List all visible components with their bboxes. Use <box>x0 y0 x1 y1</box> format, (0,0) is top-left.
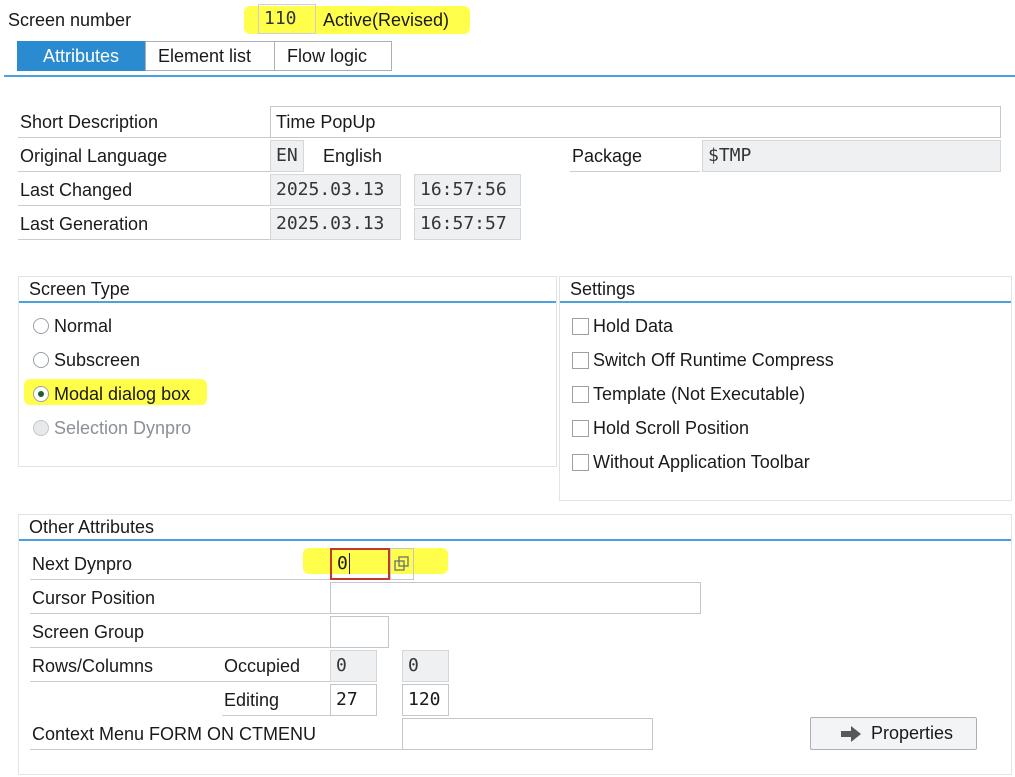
radio-normal[interactable] <box>33 318 49 334</box>
checkbox-hold-data[interactable] <box>572 318 589 335</box>
package-field: $TMP <box>702 140 1001 172</box>
tab-strip-divider <box>4 75 1015 77</box>
language-name: English <box>323 146 383 166</box>
last-changed-date-field: 2025.03.13 <box>270 174 401 206</box>
radio-selection-dynpro-label: Selection Dynpro <box>54 418 192 438</box>
occupied-rows-field: 0 <box>330 650 377 682</box>
checkbox-without-application-toolbar[interactable] <box>572 454 589 471</box>
settings-title: Settings <box>560 277 1011 303</box>
text-cursor: ​ <box>348 553 350 574</box>
next-dynpro-label: Next Dynpro <box>30 553 330 580</box>
rows-columns-label: Rows/Columns <box>30 655 222 682</box>
radio-selection-dynpro <box>33 420 49 436</box>
screen-group-label: Screen Group <box>30 621 330 648</box>
language-code-field: EN <box>270 140 304 172</box>
checkbox-hold-data-label[interactable]: Hold Data <box>593 315 673 337</box>
radio-modal-dialog-box-label[interactable]: Modal dialog box <box>54 383 190 405</box>
checkbox-hold-scroll-position[interactable] <box>572 420 589 437</box>
checkbox-switch-off-runtime-compress[interactable] <box>572 352 589 369</box>
screen-type-title: Screen Type <box>19 277 556 303</box>
occupied-columns-field: 0 <box>402 650 449 682</box>
checkbox-without-application-toolbar-label[interactable]: Without Application Toolbar <box>593 451 810 473</box>
context-menu-field[interactable] <box>402 718 653 750</box>
other-attributes-title: Other Attributes <box>19 515 1011 541</box>
next-dynpro-value: 0 <box>337 553 348 574</box>
checkbox-hold-scroll-position-label[interactable]: Hold Scroll Position <box>593 417 749 439</box>
last-generation-time-field: 16:57:57 <box>414 208 521 240</box>
checkbox-switch-off-runtime-compress-label[interactable]: Switch Off Runtime Compress <box>593 349 834 371</box>
original-language-label: Original Language <box>18 145 270 172</box>
last-changed-time-field: 16:57:56 <box>414 174 521 206</box>
editing-columns-field[interactable]: 120 <box>402 684 449 716</box>
checkbox-template-label[interactable]: Template (Not Executable) <box>593 383 805 405</box>
cursor-position-label: Cursor Position <box>30 587 330 614</box>
radio-subscreen-label[interactable]: Subscreen <box>54 349 140 371</box>
tab-attributes[interactable]: Attributes <box>17 41 145 71</box>
radio-modal-dialog-box[interactable] <box>33 386 49 402</box>
radio-normal-label[interactable]: Normal <box>54 315 112 337</box>
package-label: Package <box>570 145 700 172</box>
properties-button[interactable]: Properties <box>810 717 977 750</box>
last-changed-label: Last Changed <box>18 179 270 206</box>
short-description-field[interactable]: Time PopUp <box>270 106 1001 138</box>
cursor-position-field[interactable] <box>330 582 701 614</box>
tab-element-list[interactable]: Element list <box>145 41 275 71</box>
occupied-label: Occupied <box>222 655 330 682</box>
value-help-button[interactable] <box>390 548 414 580</box>
editing-rows-field[interactable]: 27 <box>330 684 377 716</box>
status-text: Active(Revised) <box>323 10 450 30</box>
screen-number-field: 110 <box>258 4 316 34</box>
last-generation-date-field: 2025.03.13 <box>270 208 401 240</box>
short-description-label: Short Description <box>18 111 270 138</box>
screen-group-field[interactable] <box>330 616 389 648</box>
next-dynpro-field[interactable]: 0​ <box>330 548 390 580</box>
checkbox-template[interactable] <box>572 386 589 403</box>
radio-subscreen[interactable] <box>33 352 49 368</box>
context-menu-label: Context Menu FORM ON CTMENU <box>30 723 402 750</box>
arrow-right-icon <box>841 726 861 742</box>
editing-label: Editing <box>222 689 330 716</box>
last-generation-label: Last Generation <box>18 213 270 240</box>
screen-number-label: Screen number <box>8 10 132 30</box>
value-help-icon <box>394 556 409 571</box>
properties-button-label: Properties <box>871 723 954 743</box>
tab-flow-logic[interactable]: Flow logic <box>274 41 392 71</box>
